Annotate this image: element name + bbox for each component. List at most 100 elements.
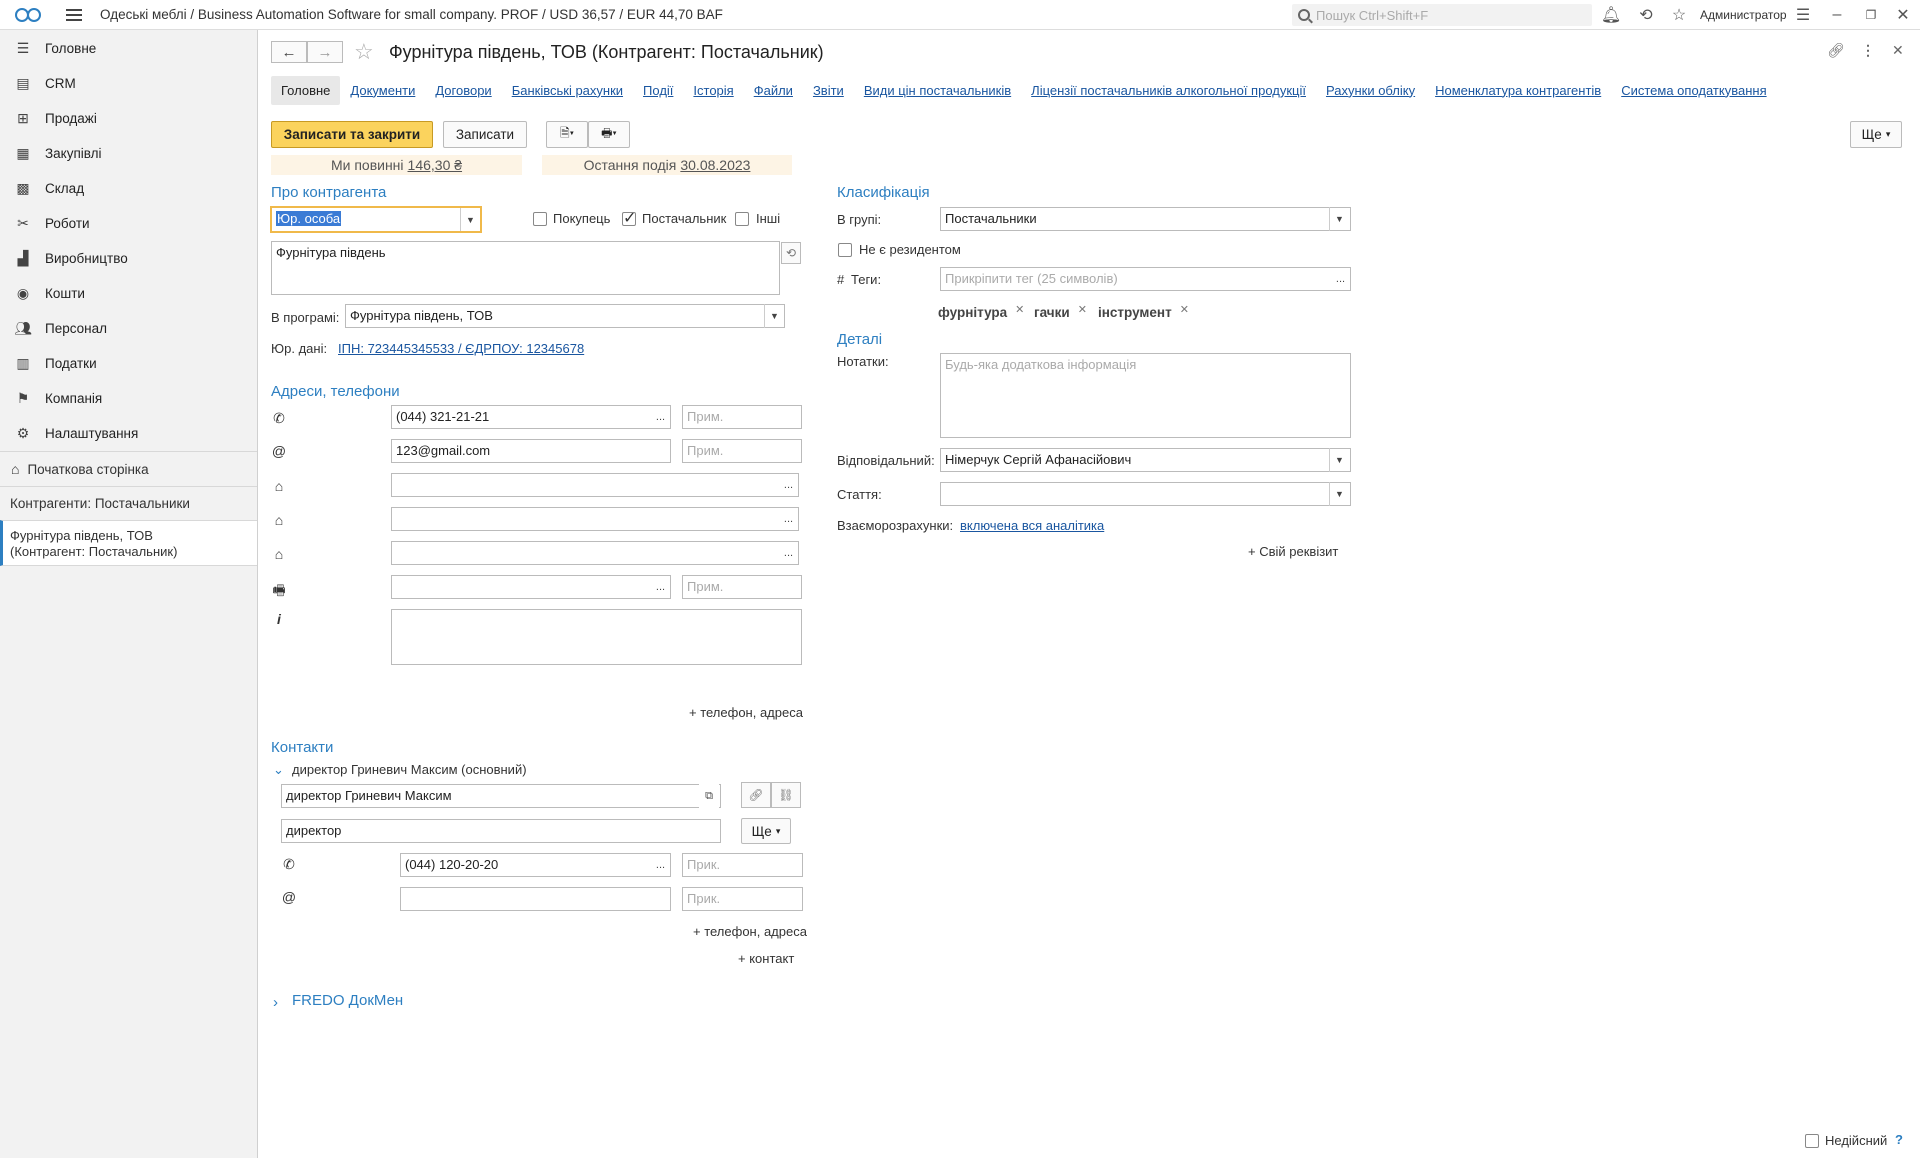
link-icon[interactable]: 🔗︎ — [1827, 42, 1845, 59]
history-icon[interactable]: ⟲ — [1637, 6, 1655, 24]
email-note-field[interactable]: Прим. — [682, 439, 802, 463]
in-program-field[interactable]: Фурнітура південь, ТОВ — [345, 304, 785, 328]
contact-unlink-icon[interactable]: ⛓ — [771, 782, 801, 808]
restore-icon[interactable]: ❐ — [1862, 6, 1880, 24]
tags-input[interactable]: Прикріпити тег (25 символів) — [940, 267, 1332, 291]
contact-add-phone-link[interactable]: + телефон, адреса — [693, 924, 807, 939]
add-phone-address-link[interactable]: + телефон, адреса — [689, 705, 803, 720]
tab-nomenclature[interactable]: Номенклатура контрагентів — [1435, 83, 1601, 98]
sidebar-item-main[interactable]: ☰ Головне — [0, 31, 257, 66]
notes-field[interactable]: Будь-яка додаткова інформація — [940, 353, 1351, 438]
tags-select-button[interactable]: ... — [1331, 267, 1351, 291]
email-field[interactable]: 123@gmail.com — [391, 439, 671, 463]
chevron-down-icon[interactable]: ⌄ — [273, 762, 284, 778]
supplier-checkbox[interactable] — [622, 208, 636, 228]
remove-tag-icon[interactable]: ✕ — [1015, 304, 1024, 316]
legal-data-link[interactable]: ІПН: 723445345533 / ЄДРПОУ: 12345678 — [338, 341, 584, 356]
sidebar-item-sales[interactable]: ⊞ Продажі — [0, 101, 257, 136]
add-custom-property-link[interactable]: + Свій реквізит — [1248, 544, 1338, 559]
phone-field[interactable]: (044) 321-21-21 — [391, 405, 653, 429]
fredo-section-link[interactable]: FREDO ДокМен — [292, 992, 403, 1009]
contact-open-icon[interactable]: ⧉ — [699, 784, 719, 808]
tab-documents[interactable]: Документи — [350, 83, 415, 98]
more-vertical-icon[interactable]: ⋮ — [1861, 42, 1875, 59]
sidebar-item-warehouse[interactable]: ▩ Склад — [0, 171, 257, 206]
counterparty-name-field[interactable]: Фурнітура південь — [271, 241, 780, 295]
contact-phone-note-field[interactable]: Прик. — [682, 853, 803, 877]
sidebar-item-money[interactable]: ◉ Кошти — [0, 276, 257, 311]
contact-link-icon[interactable]: 🔗︎ — [741, 782, 771, 808]
sidebar-item-purchases[interactable]: ▦ Закупівлі — [0, 136, 257, 171]
tab-price-types[interactable]: Види цін постачальників — [864, 83, 1011, 98]
fax-select-button[interactable]: ... — [651, 575, 671, 599]
tab-alcohol-licenses[interactable]: Ліцензії постачальників алкогольної прод… — [1031, 83, 1306, 98]
tab-taxation[interactable]: Система оподаткування — [1621, 83, 1766, 98]
sidebar-item-crm[interactable]: ▤ CRM — [0, 66, 257, 101]
sidebar-item-settings[interactable]: ⚙ Налаштування — [0, 416, 257, 451]
settlements-link[interactable]: включена вся аналітика — [960, 518, 1104, 533]
sidebar-item-works[interactable]: ✂ Роботи — [0, 206, 257, 241]
legal-type-dropdown-icon[interactable]: ▼ — [460, 208, 480, 231]
sidebar-open-current-form[interactable]: Фурнітура південь, ТОВ (Контрагент: Пост… — [0, 520, 257, 566]
settings-filter-icon[interactable]: ☰ — [1794, 6, 1812, 24]
sidebar-open-suppliers-list[interactable]: Контрагенти: Постачальники — [0, 486, 257, 520]
responsible-dropdown-icon[interactable]: ▼ — [1329, 448, 1349, 472]
tab-contracts[interactable]: Договори — [435, 83, 491, 98]
legal-type-select[interactable]: Юр. особа — [270, 206, 482, 233]
search-input[interactable]: Пошук Ctrl+Shift+F — [1292, 4, 1592, 26]
main-menu-icon[interactable] — [66, 6, 82, 24]
contact-phone-field[interactable]: (044) 120-20-20 — [400, 853, 653, 877]
address-field-1[interactable] — [391, 473, 781, 497]
phone-select-button[interactable]: ... — [651, 405, 671, 429]
create-based-on-button[interactable]: 🗎▾ — [546, 121, 588, 148]
remove-tag-icon[interactable]: ✕ — [1180, 304, 1189, 316]
in-program-dropdown-icon[interactable]: ▼ — [764, 304, 784, 328]
close-window-icon[interactable]: ✕ — [1894, 6, 1912, 24]
tab-accounting-accounts[interactable]: Рахунки обліку — [1326, 83, 1415, 98]
debt-value-link[interactable]: 146,30 ₴ — [408, 157, 463, 173]
fax-field[interactable] — [391, 575, 653, 599]
sidebar-item-production[interactable]: ▟ Виробництво — [0, 241, 257, 276]
contact-email-note-field[interactable]: Прик. — [682, 887, 803, 911]
tab-bank-accounts[interactable]: Банківські рахунки — [512, 83, 623, 98]
remove-tag-icon[interactable]: ✕ — [1078, 304, 1087, 316]
help-icon[interactable]: ? — [1895, 1132, 1903, 1147]
nonresident-checkbox[interactable] — [838, 243, 852, 257]
article-field[interactable] — [940, 482, 1351, 506]
tab-reports[interactable]: Звіти — [813, 83, 844, 98]
group-field[interactable]: Постачальники — [940, 207, 1351, 231]
app-logo-icon[interactable] — [14, 7, 44, 23]
address-select-button-2[interactable]: ... — [779, 507, 799, 531]
address-field-2[interactable] — [391, 507, 781, 531]
contact-more-button[interactable]: Ще ▾ — [741, 818, 791, 844]
group-dropdown-icon[interactable]: ▼ — [1329, 207, 1349, 231]
last-event-date-link[interactable]: 30.08.2023 — [680, 157, 750, 173]
sidebar-item-personnel[interactable]: 👥︎ Персонал — [0, 311, 257, 346]
contact-email-field[interactable] — [400, 887, 671, 911]
name-history-icon[interactable]: ⟲ — [781, 242, 801, 264]
other-info-field[interactable] — [391, 609, 802, 665]
chevron-right-icon[interactable]: › — [273, 994, 278, 1011]
back-button[interactable]: ← — [271, 41, 307, 63]
inactive-checkbox[interactable] — [1805, 1134, 1819, 1148]
tab-files[interactable]: Файли — [754, 83, 793, 98]
phone-note-field[interactable]: Прим. — [682, 405, 802, 429]
contact-phone-select-button[interactable]: ... — [651, 853, 671, 877]
address-field-3[interactable] — [391, 541, 781, 565]
article-dropdown-icon[interactable]: ▼ — [1329, 482, 1349, 506]
save-button[interactable]: Записати — [443, 121, 527, 148]
responsible-field[interactable]: Німерчук Сергій Афанасійович — [940, 448, 1351, 472]
tab-history[interactable]: Історія — [693, 83, 733, 98]
fax-note-field[interactable]: Прим. — [682, 575, 802, 599]
contact-group-label[interactable]: директор Гриневич Максим (основний) — [292, 762, 527, 777]
bell-icon[interactable]: 🔔︎ — [1601, 6, 1621, 24]
minimize-icon[interactable]: – — [1828, 6, 1846, 24]
address-select-button-3[interactable]: ... — [779, 541, 799, 565]
tab-events[interactable]: Події — [643, 83, 673, 98]
address-select-button-1[interactable]: ... — [779, 473, 799, 497]
sidebar-home-page[interactable]: ⌂ Початкова сторінка — [0, 451, 257, 486]
others-checkbox[interactable] — [735, 212, 749, 226]
buyer-checkbox[interactable] — [533, 212, 547, 226]
add-contact-link[interactable]: + контакт — [738, 951, 794, 966]
contact-name-field[interactable]: директор Гриневич Максим — [281, 784, 721, 808]
